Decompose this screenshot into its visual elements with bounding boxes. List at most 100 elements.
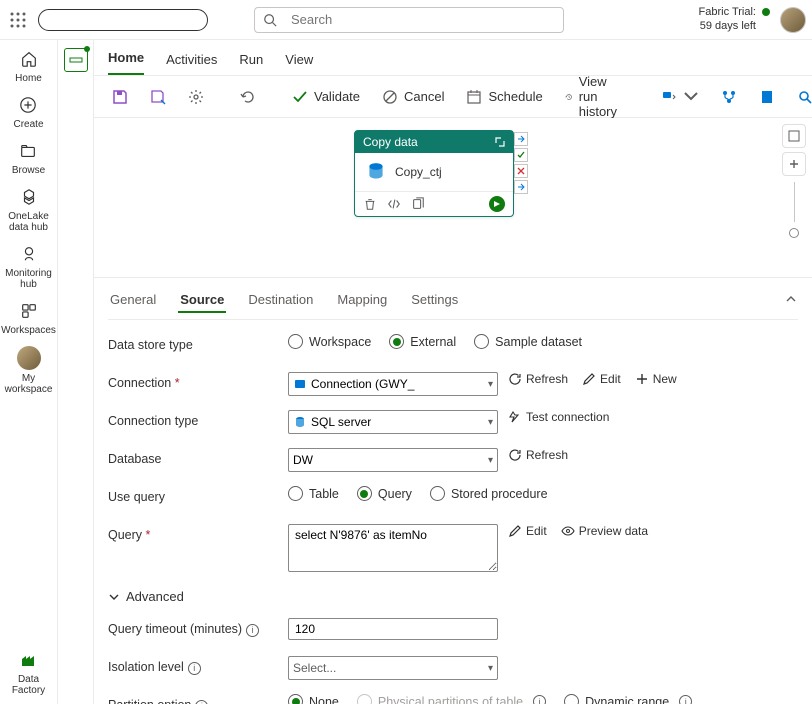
sql-icon	[293, 415, 307, 429]
branch-icon	[721, 89, 737, 105]
advanced-toggle[interactable]: Advanced	[108, 589, 798, 604]
pipeline-tab[interactable]	[64, 48, 88, 72]
radio-external[interactable]: External	[389, 334, 456, 349]
database-select[interactable]: ▾	[288, 448, 498, 472]
search-tool-icon	[797, 89, 812, 105]
tab-home[interactable]: Home	[108, 50, 144, 75]
save-as-button[interactable]	[142, 82, 174, 112]
query-textarea[interactable]: select N'9876' as itemNo	[288, 524, 498, 572]
copy-data-icon	[365, 161, 387, 183]
port-success[interactable]	[514, 148, 528, 162]
save-icon	[112, 89, 128, 105]
tab-run[interactable]: Run	[239, 52, 263, 75]
port-output[interactable]	[514, 132, 528, 146]
clone-node-icon[interactable]	[411, 197, 425, 211]
info-icon[interactable]: i	[533, 695, 546, 704]
panel-tab-general[interactable]: General	[108, 288, 158, 313]
rail-datafactory-label: Data Factory	[0, 674, 57, 696]
find-button[interactable]	[789, 82, 812, 112]
run-node-icon[interactable]	[489, 196, 505, 212]
label-partition: Partition optioni	[108, 694, 278, 704]
rail-datafactory[interactable]: Data Factory	[0, 649, 57, 696]
info-icon[interactable]: i	[195, 700, 208, 704]
rail-browse-label: Browse	[12, 165, 45, 176]
cancel-button[interactable]: Cancel	[374, 82, 452, 112]
delete-node-icon[interactable]	[363, 197, 377, 211]
panel-tab-destination[interactable]: Destination	[246, 288, 315, 313]
connection-select[interactable]: ▾	[288, 372, 498, 396]
product-title	[38, 9, 208, 31]
activity-node[interactable]: Copy data Copy_ctj	[354, 130, 514, 217]
preview-data[interactable]: Preview data	[561, 524, 648, 538]
timeout-input[interactable]	[288, 618, 498, 640]
panel-tab-source[interactable]: Source	[178, 288, 226, 313]
pipeline-canvas[interactable]: Copy data Copy_ctj	[94, 118, 812, 278]
radio-table[interactable]: Table	[288, 486, 339, 501]
history-button[interactable]: View run history	[557, 82, 633, 112]
rail-onelake[interactable]: OneLake data hub	[0, 186, 57, 233]
panel-tab-settings[interactable]: Settings	[409, 288, 460, 313]
radio-none[interactable]: None	[288, 694, 339, 704]
zoom-in-button[interactable]	[782, 152, 806, 176]
radio-sp[interactable]: Stored procedure	[430, 486, 548, 501]
radio-workspace[interactable]: Workspace	[288, 334, 371, 349]
test-connection[interactable]: Test connection	[508, 410, 609, 424]
save-button[interactable]	[104, 82, 136, 112]
panel-tab-mapping[interactable]: Mapping	[335, 288, 389, 313]
rail-create[interactable]: Create	[13, 94, 43, 130]
plus-circle-icon	[17, 94, 39, 116]
query-edit[interactable]: Edit	[508, 524, 547, 538]
search-input[interactable]	[285, 9, 555, 30]
activity-settings-panel: General Source Destination Mapping Setti…	[94, 278, 812, 704]
port-fail[interactable]	[514, 164, 528, 178]
info-icon[interactable]: i	[679, 695, 692, 704]
isolation-select[interactable]: ▾	[288, 656, 498, 680]
rail-browse[interactable]: Browse	[12, 140, 45, 176]
history-icon	[565, 89, 573, 105]
pipeline-icon	[69, 53, 83, 67]
tab-activities[interactable]: Activities	[166, 52, 217, 75]
user-avatar[interactable]	[780, 7, 806, 33]
connection-type-select[interactable]: ▾	[288, 410, 498, 434]
app-launcher-icon[interactable]	[6, 8, 30, 32]
fit-view-button[interactable]	[782, 124, 806, 148]
radio-sample[interactable]: Sample dataset	[474, 334, 582, 349]
connection-new[interactable]: New	[635, 372, 677, 386]
node-name: Copy_ctj	[395, 165, 442, 179]
rail-workspaces[interactable]: Workspaces	[1, 300, 56, 336]
save-as-icon	[150, 89, 166, 105]
database-refresh[interactable]: Refresh	[508, 448, 568, 462]
branch-button[interactable]	[713, 82, 745, 112]
rail-create-label: Create	[13, 119, 43, 130]
tab-view[interactable]: View	[285, 52, 313, 75]
radio-dynamic[interactable]: Dynamic rangei	[564, 694, 692, 704]
rail-monitoring[interactable]: Monitoring hub	[0, 243, 57, 290]
port-skip[interactable]	[514, 180, 528, 194]
rail-home-label: Home	[15, 73, 42, 84]
label-timeout: Query timeout (minutes)i	[108, 618, 278, 637]
rail-myworkspace[interactable]: My workspace	[0, 346, 57, 395]
rail-home[interactable]: Home	[15, 48, 42, 84]
zoom-slider-track[interactable]	[794, 182, 795, 222]
notebook-button[interactable]	[751, 82, 783, 112]
validate-button[interactable]: Validate	[284, 82, 368, 112]
connection-icon	[293, 377, 307, 391]
expand-node-icon[interactable]	[495, 137, 505, 147]
undo-button[interactable]	[232, 82, 264, 112]
connection-refresh[interactable]: Refresh	[508, 372, 568, 386]
code-node-icon[interactable]	[387, 197, 401, 211]
schedule-button[interactable]: Schedule	[458, 82, 550, 112]
info-icon[interactable]: i	[246, 624, 259, 637]
radio-query[interactable]: Query	[357, 486, 412, 501]
home-icon	[18, 48, 40, 70]
connection-edit[interactable]: Edit	[582, 372, 621, 386]
zoom-slider-thumb[interactable]	[789, 228, 799, 238]
panel-collapse-button[interactable]	[784, 292, 798, 309]
filter-button[interactable]	[653, 82, 707, 112]
search-box[interactable]	[254, 7, 564, 33]
notebook-icon	[759, 89, 775, 105]
label-use-query: Use query	[108, 486, 278, 504]
rail-monitoring-label: Monitoring hub	[0, 268, 57, 290]
info-icon[interactable]: i	[188, 662, 201, 675]
settings-button[interactable]	[180, 82, 212, 112]
